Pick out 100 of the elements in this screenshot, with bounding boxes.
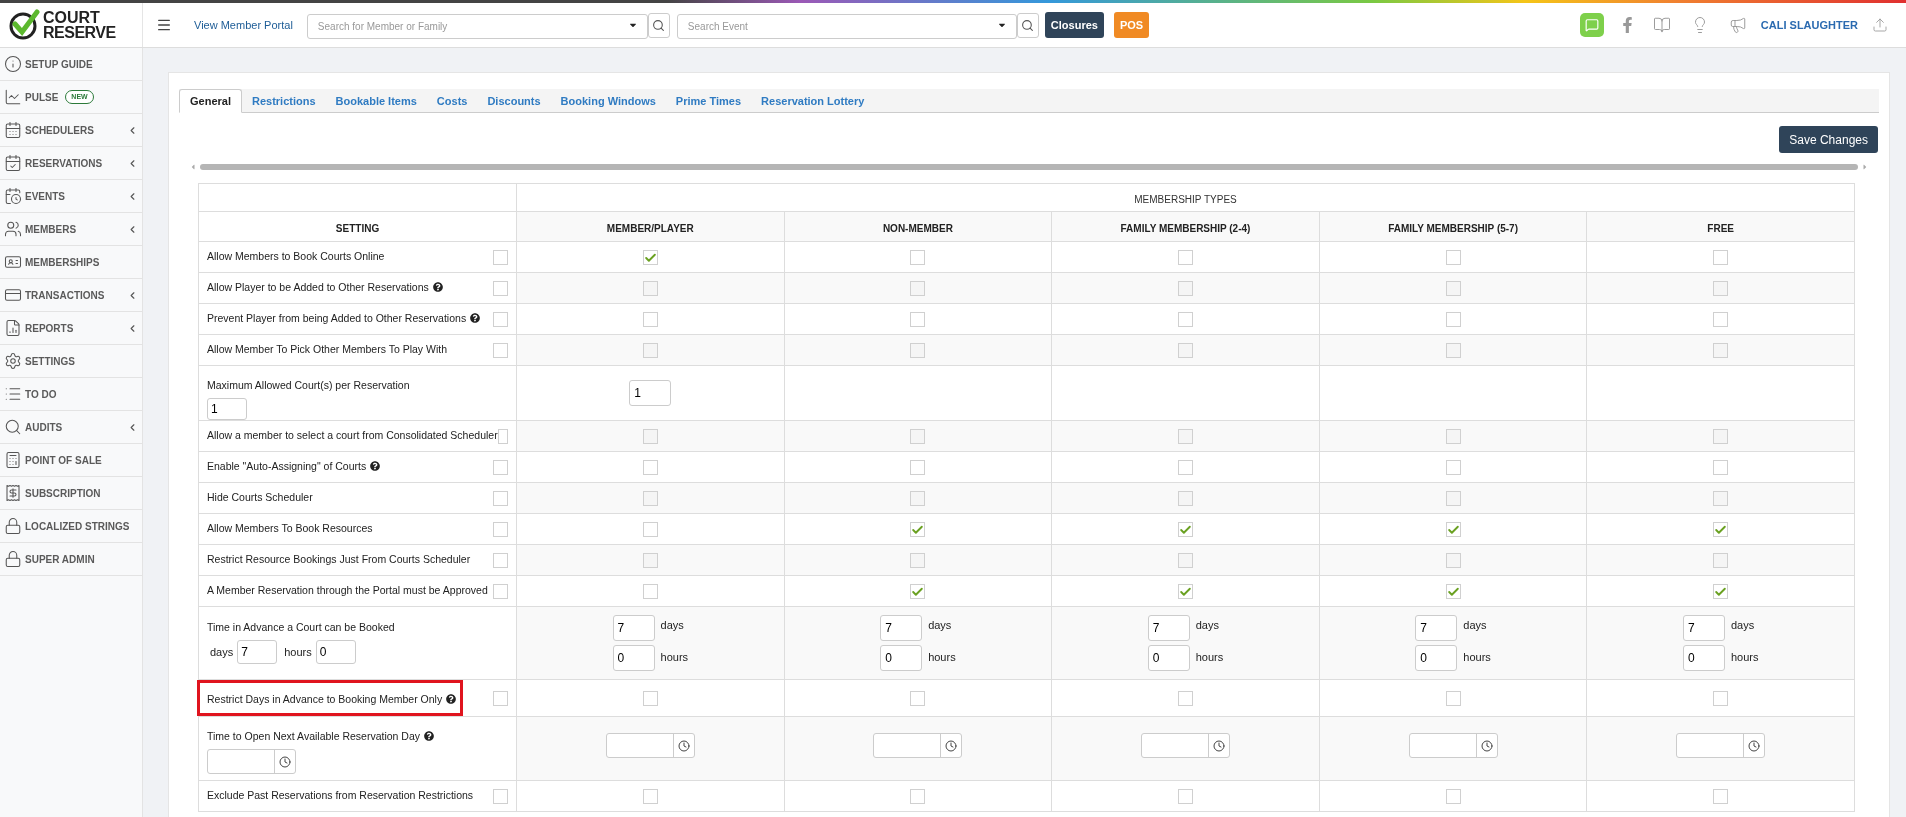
checkbox[interactable] [1178, 584, 1193, 600]
checkbox[interactable] [1445, 312, 1461, 328]
menu-icon[interactable] [156, 17, 172, 33]
checkbox[interactable] [493, 690, 508, 706]
member-search-field[interactable]: Search for Member or Family [306, 13, 648, 39]
checkbox[interactable] [1178, 343, 1193, 359]
checkbox[interactable] [642, 553, 658, 569]
tab[interactable]: General [179, 89, 242, 113]
sidebar-item[interactable]: TRANSACTIONS [0, 279, 142, 312]
time-field[interactable] [873, 733, 963, 758]
save-changes-button[interactable]: Save Changes [1779, 126, 1878, 153]
checkbox[interactable] [1713, 584, 1729, 600]
checkbox[interactable] [642, 789, 658, 805]
tab[interactable]: Bookable Items [325, 89, 427, 113]
sidebar-item[interactable]: POINT OF SALE [0, 444, 142, 477]
checkbox[interactable] [642, 460, 658, 476]
event-search-field[interactable]: Search Event [676, 13, 1017, 39]
checkbox[interactable] [1445, 691, 1461, 707]
checkbox[interactable] [1445, 789, 1461, 805]
checkbox[interactable] [1445, 460, 1461, 476]
user-name[interactable]: CALI SLAUGHTER [1760, 16, 1858, 34]
toolbar-button[interactable]: Closures [1044, 12, 1104, 38]
checkbox[interactable] [1178, 553, 1193, 569]
checkbox[interactable] [910, 312, 926, 328]
hours-input[interactable]: 0 [880, 645, 923, 671]
checkbox[interactable] [910, 429, 926, 445]
checkbox[interactable] [1445, 491, 1461, 507]
sidebar-item[interactable]: SCHEDULERS [0, 114, 142, 147]
search-button[interactable] [1016, 12, 1039, 38]
checkbox[interactable] [1445, 429, 1461, 445]
checkbox[interactable] [1713, 522, 1729, 538]
sidebar-item[interactable]: MEMBERS [0, 213, 142, 246]
checkbox[interactable] [1713, 691, 1729, 707]
checkbox[interactable] [910, 789, 926, 805]
sidebar-item[interactable]: LOCALIZED STRINGS [0, 510, 142, 543]
checkbox[interactable] [1445, 553, 1461, 569]
checkbox[interactable] [1713, 491, 1729, 507]
sidebar-item[interactable]: MEMBERSHIPS [0, 246, 142, 279]
checkbox[interactable] [1178, 460, 1193, 476]
member-portal-link[interactable]: View Member Portal [194, 16, 293, 34]
time-field[interactable] [1676, 733, 1766, 758]
checkbox[interactable] [642, 584, 658, 600]
checkbox[interactable] [1445, 343, 1461, 359]
checkbox[interactable] [910, 691, 926, 707]
days-input[interactable]: 7 [612, 615, 655, 641]
checkbox[interactable] [642, 491, 658, 507]
checkbox[interactable] [910, 553, 926, 569]
time-field[interactable] [207, 749, 296, 774]
hours-input[interactable]: 0 [1147, 645, 1190, 671]
hours-input[interactable]: 0 [315, 640, 356, 664]
checkbox[interactable] [642, 250, 658, 266]
days-input[interactable]: 7 [237, 640, 278, 664]
sidebar-item[interactable]: RESERVATIONS [0, 147, 142, 180]
checkbox[interactable] [493, 342, 508, 358]
checkbox[interactable] [910, 522, 926, 538]
time-field[interactable] [1141, 733, 1230, 758]
checkbox[interactable] [910, 281, 926, 297]
checkbox[interactable] [1178, 491, 1193, 507]
search-button[interactable] [647, 12, 670, 38]
hours-input[interactable]: 0 [1415, 645, 1458, 671]
checkbox[interactable] [642, 691, 658, 707]
sidebar-item[interactable]: SUPER ADMIN [0, 543, 142, 576]
checkbox[interactable] [1713, 312, 1729, 328]
checkbox[interactable] [493, 459, 508, 475]
checkbox[interactable] [910, 250, 926, 266]
checkbox[interactable] [493, 490, 508, 506]
checkbox[interactable] [1713, 553, 1729, 569]
checkbox[interactable] [493, 552, 508, 568]
checkbox[interactable] [497, 428, 508, 444]
checkbox[interactable] [642, 343, 658, 359]
sidebar-item[interactable]: EVENTS [0, 180, 142, 213]
checkbox[interactable] [493, 249, 508, 265]
checkbox[interactable] [1445, 522, 1461, 538]
checkbox[interactable] [1178, 250, 1193, 266]
checkbox[interactable] [1713, 789, 1729, 805]
checkbox[interactable] [910, 584, 926, 600]
tab[interactable]: Booking Windows [550, 89, 666, 113]
days-input[interactable]: 7 [1147, 615, 1190, 641]
hours-input[interactable]: 0 [612, 645, 655, 671]
time-field[interactable] [605, 733, 695, 758]
checkbox[interactable] [1178, 522, 1193, 538]
days-input[interactable]: 7 [1415, 615, 1458, 641]
sidebar-item[interactable]: REPORTS [0, 312, 142, 345]
checkbox[interactable] [1713, 429, 1729, 445]
scroll-right-icon[interactable] [1861, 163, 1869, 171]
checkbox[interactable] [1178, 429, 1193, 445]
tab[interactable]: Costs [426, 89, 478, 113]
checkbox[interactable] [1445, 281, 1461, 297]
sidebar-item[interactable]: SUBSCRIPTION [0, 477, 142, 510]
checkbox[interactable] [642, 429, 658, 445]
checkbox[interactable] [642, 522, 658, 538]
sidebar-item[interactable]: TO DO [0, 378, 142, 411]
sidebar-item[interactable]: SETUP GUIDE [0, 48, 142, 81]
checkbox[interactable] [910, 491, 926, 507]
checkbox[interactable] [1713, 460, 1729, 476]
tab[interactable]: Reservation Lottery [751, 89, 875, 113]
book-icon[interactable] [1652, 16, 1671, 34]
checkbox[interactable] [910, 343, 926, 359]
scroll-left-icon[interactable] [189, 163, 197, 171]
chat-icon[interactable] [1579, 13, 1604, 37]
